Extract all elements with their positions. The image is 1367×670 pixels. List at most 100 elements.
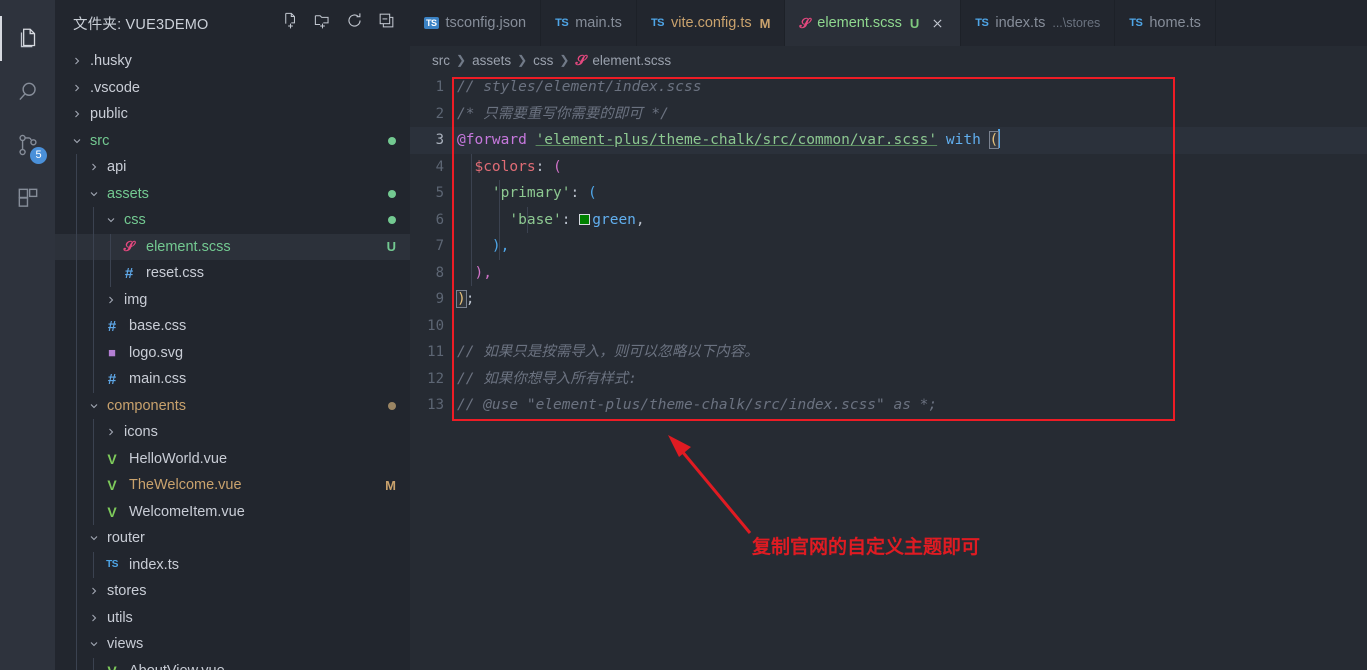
tree-item--vscode[interactable]: .vscode xyxy=(55,75,410,102)
indent-guide xyxy=(93,339,94,366)
tree-item-status-dot xyxy=(388,189,396,198)
indent-guide xyxy=(76,286,77,313)
explorer-header: 文件夹: VUE3DEMO xyxy=(55,0,410,46)
tree-item-icons[interactable]: icons xyxy=(55,419,410,446)
ts-file-icon: TS xyxy=(106,559,118,571)
color-swatch-icon[interactable] xyxy=(579,213,591,225)
chevron-down-icon[interactable] xyxy=(68,135,85,147)
editor-tab-vite-config-ts[interactable]: TS vite.config.ts M xyxy=(636,0,786,46)
breadcrumb-item[interactable]: css xyxy=(533,53,553,68)
code-editor[interactable]: 1 // styles/element/index.scss 2 /* 只需要重… xyxy=(410,74,1367,670)
tree-item-reset-css[interactable]: # reset.css xyxy=(55,260,410,287)
tree-item-base-css[interactable]: # base.css xyxy=(55,313,410,340)
tree-item-label: WelcomeItem.vue xyxy=(129,503,245,520)
tree-item-views[interactable]: views xyxy=(55,631,410,658)
tree-item-router[interactable]: router xyxy=(55,525,410,552)
breadcrumb-item[interactable]: element.scss xyxy=(592,53,671,68)
code-token-bracket-open: ( xyxy=(988,131,1000,149)
tree-item-aboutview-vue[interactable]: V AboutView.vue xyxy=(55,657,410,670)
indent-guide xyxy=(76,631,77,658)
chevron-down-icon[interactable] xyxy=(102,214,119,226)
tree-item-helloworld-vue[interactable]: V HelloWorld.vue xyxy=(55,445,410,472)
editor-tab-label: home.ts xyxy=(1149,15,1201,31)
tree-item-public[interactable]: public xyxy=(55,101,410,128)
editor-tab-home-ts[interactable]: TS home.ts xyxy=(1115,0,1216,46)
editor-tab-status-badge: M xyxy=(759,15,771,31)
tree-item-stores[interactable]: stores xyxy=(55,578,410,605)
activity-item-extensions[interactable] xyxy=(0,171,55,224)
editor-tabbar[interactable]: TS tsconfig.json TS main.ts TS vite.config.ts… xyxy=(410,0,1367,46)
breadcrumb-item[interactable]: assets xyxy=(472,53,511,68)
chevron-down-icon[interactable] xyxy=(85,188,102,200)
breadcrumb-item[interactable]: src xyxy=(432,53,450,68)
line-number: 3 xyxy=(435,132,444,148)
close-icon[interactable] xyxy=(929,15,946,32)
indent-guide xyxy=(76,525,77,552)
tree-item-components[interactable]: components xyxy=(55,392,410,419)
tree-item-src[interactable]: src xyxy=(55,128,410,155)
chevron-right-icon[interactable] xyxy=(102,426,119,438)
chevron-right-icon[interactable] xyxy=(102,294,119,306)
source-control-badge: 5 xyxy=(30,147,47,164)
tree-item-logo-svg[interactable]: ■ logo.svg xyxy=(55,339,410,366)
code-token-string-url[interactable]: 'element-plus/theme-chalk/src/common/var… xyxy=(536,132,938,148)
tree-item-label: public xyxy=(90,106,128,123)
editor-tab-tsconfig-json[interactable]: TS tsconfig.json xyxy=(410,0,542,46)
tree-item-index-ts[interactable]: TS index.ts xyxy=(55,551,410,578)
tree-item-label: stores xyxy=(107,583,147,600)
vue-file-icon: V xyxy=(102,663,122,670)
tree-item-css[interactable]: css xyxy=(55,207,410,234)
chevron-down-icon[interactable] xyxy=(85,400,102,412)
code-line-3: 3 @forward 'element-plus/theme-chalk/src… xyxy=(410,127,1367,154)
tree-item-api[interactable]: api xyxy=(55,154,410,181)
tree-item-img[interactable]: img xyxy=(55,286,410,313)
collapse-all-icon[interactable] xyxy=(377,11,396,35)
tree-item-utils[interactable]: utils xyxy=(55,604,410,631)
activity-item-explorer[interactable] xyxy=(0,12,55,65)
tree-item-assets[interactable]: assets xyxy=(55,180,410,207)
file-tree[interactable]: .husky .vscode public src api assets css 𝒮eleme… xyxy=(55,46,410,670)
code-token-value: green xyxy=(592,211,636,228)
chevron-right-icon[interactable] xyxy=(68,82,85,94)
tree-item-main-css[interactable]: # main.css xyxy=(55,366,410,393)
activity-item-search[interactable] xyxy=(0,65,55,118)
vue-file-icon: V xyxy=(107,477,117,494)
editor-tab-index-ts[interactable]: TS index.ts ...\stores xyxy=(961,0,1116,46)
breadcrumb[interactable]: src ❯ assets ❯ css ❯ 𝒮element.scss xyxy=(410,46,1367,74)
chevron-right-icon[interactable] xyxy=(68,55,85,67)
breadcrumb-separator-icon: ❯ xyxy=(456,53,467,67)
chevron-right-icon[interactable] xyxy=(68,108,85,120)
refresh-icon[interactable] xyxy=(345,11,364,35)
indent-guide xyxy=(76,154,77,181)
tree-item-label: src xyxy=(90,132,110,149)
new-folder-icon[interactable] xyxy=(313,11,332,35)
new-file-icon[interactable] xyxy=(281,11,300,35)
editor-tab-main-ts[interactable]: TS main.ts xyxy=(541,0,637,46)
ts-icon: TS xyxy=(650,17,665,29)
editor-tab-label: element.scss xyxy=(817,15,902,31)
indent-guide xyxy=(93,313,94,340)
activity-item-source-control[interactable]: 5 xyxy=(0,118,55,171)
chevron-right-icon[interactable] xyxy=(85,612,102,624)
chevron-right-icon[interactable] xyxy=(85,585,102,597)
code-line-7: 7 ), xyxy=(410,233,1367,260)
tree-item-thewelcome-vue[interactable]: V TheWelcome.vue M xyxy=(55,472,410,499)
indent-guide xyxy=(76,313,77,340)
ts-json-icon: TS xyxy=(424,17,439,29)
tree-item--husky[interactable]: .husky xyxy=(55,48,410,75)
tree-item-welcomeitem-vue[interactable]: V WelcomeItem.vue xyxy=(55,498,410,525)
chevron-right-icon[interactable] xyxy=(85,161,102,173)
breadcrumb-separator-icon: ❯ xyxy=(517,53,528,67)
tree-item-label: logo.svg xyxy=(129,344,184,361)
chevron-down-icon[interactable] xyxy=(85,532,102,544)
tree-item-label: views xyxy=(107,636,144,653)
code-token-bracket-close: ), xyxy=(491,238,510,254)
tree-item-label: img xyxy=(124,291,148,308)
editor-tab-label: index.ts xyxy=(995,15,1046,31)
code-token-keyword: @forward xyxy=(457,132,527,148)
tree-item-element-scss[interactable]: 𝒮element.scss U xyxy=(55,233,410,260)
editor-tab-element-scss[interactable]: 𝒮element.scss U xyxy=(785,0,962,46)
tree-item-status-dot xyxy=(388,216,396,225)
chevron-down-icon[interactable] xyxy=(85,638,102,650)
scss-icon: 𝒮 xyxy=(575,51,587,68)
